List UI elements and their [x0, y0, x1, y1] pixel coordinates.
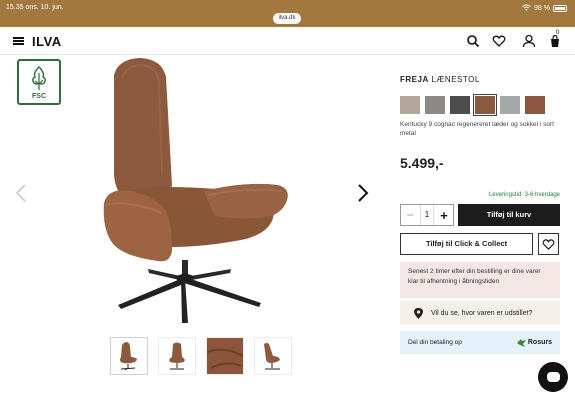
swatch-2[interactable] — [425, 96, 445, 114]
payment-provider: Rosurs — [516, 338, 552, 347]
fsc-badge: FSC — [17, 59, 61, 105]
product-description: Kentucky 9 cognac regenereret læder og s… — [400, 121, 554, 137]
product-brand: FREJA — [400, 75, 429, 84]
product-image — [103, 58, 288, 323]
chair-base — [118, 260, 261, 323]
previous-image-button[interactable] — [15, 183, 27, 209]
swatch-1[interactable] — [400, 96, 420, 114]
wifi-icon — [522, 4, 531, 13]
thumbnail-1[interactable] — [110, 337, 148, 375]
location-pin-icon — [414, 307, 423, 319]
thumbnail-4[interactable] — [254, 337, 292, 375]
logo[interactable]: ILVA — [32, 34, 62, 49]
product-info: FREJA LÆNESTOL Kentucky 9 cognac regener… — [400, 55, 575, 400]
swatch-4-selected[interactable] — [473, 94, 497, 116]
site-header: ILVA 0 — [0, 27, 575, 55]
battery-percent: 98 % — [534, 5, 550, 12]
thumbnail-2[interactable] — [158, 337, 196, 375]
swatch-5[interactable] — [500, 96, 520, 114]
menu-icon[interactable] — [13, 37, 24, 45]
product-name: LÆNESTOL — [431, 75, 480, 84]
next-image-button[interactable] — [357, 183, 369, 209]
fsc-tree-icon — [32, 66, 46, 90]
swatch-3[interactable] — [450, 96, 470, 114]
thumbnail-3[interactable] — [206, 337, 244, 375]
add-to-cart-button[interactable]: Tilføj til kurv — [458, 204, 560, 226]
status-time: 15.35 ons. 10. jun. — [6, 4, 64, 11]
quantity-value[interactable]: 1 — [420, 205, 434, 225]
thumbnail-strip — [110, 337, 292, 375]
user-icon[interactable] — [522, 34, 536, 48]
swatch-6[interactable] — [525, 96, 545, 114]
pickup-notice: Senest 2 timer efter din bestilling er d… — [400, 262, 560, 298]
product-gallery: FSC — [0, 55, 390, 400]
cart-icon[interactable] — [548, 34, 562, 48]
status-bar: 15.35 ons. 10. jun. 98 % ilva.dk — [0, 0, 575, 27]
product-title: FREJA LÆNESTOL — [400, 75, 480, 84]
quantity-decrease-button[interactable]: − — [403, 208, 417, 222]
status-indicators: 98 % — [522, 4, 567, 13]
fsc-label: FSC — [32, 93, 46, 100]
click-collect-button[interactable]: Tilføj til Click & Collect — [400, 233, 533, 255]
payment-split-banner[interactable]: Del din betaling op Rosurs — [400, 331, 560, 354]
quantity-stepper: − 1 + — [400, 204, 454, 226]
cart-count: 0 — [556, 30, 560, 36]
quantity-increase-button[interactable]: + — [437, 208, 451, 223]
product-price: 5.499,- — [400, 155, 444, 171]
chat-button[interactable] — [538, 362, 568, 392]
payment-provider-name: Rosurs — [527, 339, 552, 346]
search-icon[interactable] — [466, 34, 480, 48]
rosurs-logo-icon — [516, 338, 526, 347]
url-bar[interactable]: ilva.dk — [273, 13, 301, 24]
chat-icon — [546, 372, 560, 382]
heart-icon[interactable] — [492, 34, 506, 48]
store-locator-label: Vil du se, hvor varen er udstillet? — [431, 309, 533, 317]
favorite-button[interactable] — [538, 233, 559, 255]
delivery-time: Leveringstid: 3-6 hverdage — [488, 192, 560, 198]
payment-text: Del din betaling op — [408, 339, 462, 346]
battery-icon — [553, 5, 567, 12]
heart-icon — [542, 239, 555, 250]
store-locator-button[interactable]: Vil du se, hvor varen er udstillet? — [400, 301, 560, 325]
color-swatches — [400, 94, 545, 116]
